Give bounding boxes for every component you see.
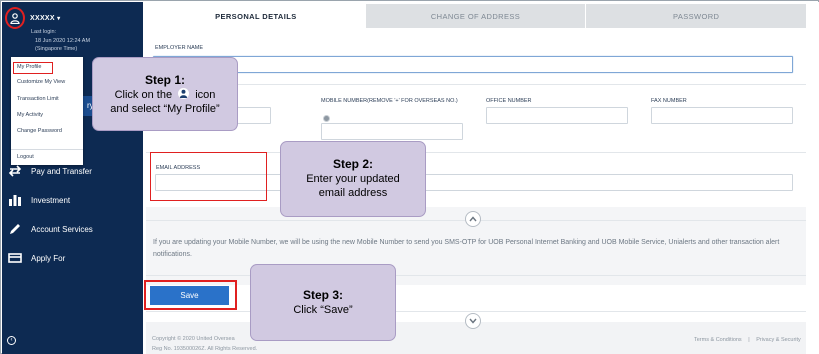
- main-content: PERSONAL DETAILS CHANGE OF ADDRESS PASSW…: [143, 2, 819, 354]
- mobile-radio[interactable]: [323, 115, 330, 122]
- chevron-down-icon: [469, 318, 477, 324]
- footer-separator: |: [748, 337, 750, 343]
- menu-item-logout[interactable]: Logout: [17, 154, 34, 160]
- menu-item-my-profile[interactable]: My Profile: [17, 64, 41, 70]
- save-highlight-box: [144, 280, 237, 310]
- fax-number-label: FAX NUMBER: [651, 98, 687, 104]
- last-login-label: Last login:: [31, 29, 57, 35]
- transfer-icon: [8, 165, 22, 177]
- expand-section-button[interactable]: [465, 313, 481, 329]
- nav-item-pay-transfer[interactable]: Pay and Transfer: [8, 165, 92, 177]
- mobile-update-notice: If you are updating your Mobile Number, …: [153, 239, 780, 258]
- last-login-info: Last login: 18 Jun 2020 12:24 AM (Singap…: [31, 28, 90, 54]
- profile-dropdown-menu: My Profile Customize My View Transaction…: [11, 57, 83, 165]
- menu-item-transaction-limit[interactable]: Transaction Limit: [17, 96, 59, 102]
- menu-item-change-password[interactable]: Change Password: [17, 128, 62, 134]
- office-number-label: OFFICE NUMBER: [486, 98, 532, 104]
- footer-copyright: Copyright © 2020 United Oversea Reg No. …: [152, 336, 258, 352]
- profile-tabs: PERSONAL DETAILS CHANGE OF ADDRESS PASSW…: [146, 4, 807, 28]
- card-icon: [8, 252, 22, 264]
- tab-personal-details[interactable]: PERSONAL DETAILS: [146, 4, 366, 28]
- user-icon: [10, 12, 20, 24]
- nav-item-investment[interactable]: Investment: [8, 194, 70, 206]
- office-number-field[interactable]: [486, 107, 628, 124]
- mobile-number-field[interactable]: [321, 123, 463, 140]
- terms-link[interactable]: Terms & Conditions: [694, 337, 742, 343]
- step2-callout: Step 2: Enter your updated email address: [280, 141, 426, 217]
- user-icon: [178, 88, 190, 99]
- email-highlight-box: [150, 152, 267, 201]
- tab-change-of-address[interactable]: CHANGE OF ADDRESS: [365, 4, 587, 28]
- fax-number-field[interactable]: [651, 107, 793, 124]
- home-number-field[interactable]: [235, 107, 271, 124]
- step1-callout: Step 1: Click on the icon and select “My…: [92, 57, 238, 131]
- tab-password[interactable]: PASSWORD: [586, 4, 807, 28]
- nav-item-account-services[interactable]: Account Services: [8, 223, 93, 235]
- employer-name-label: EMPLOYER NAME: [155, 45, 203, 51]
- menu-item-customize-view[interactable]: Customize My View: [17, 79, 65, 85]
- step3-callout: Step 3: Click “Save”: [250, 264, 396, 341]
- bar-chart-icon: [8, 194, 22, 206]
- nav-item-apply-for[interactable]: Apply For: [8, 252, 65, 264]
- sidebar-collapse-button[interactable]: ‹: [7, 336, 16, 345]
- collapse-section-button[interactable]: [465, 211, 481, 227]
- section-divider: [146, 275, 806, 276]
- footer-links: Terms & Conditions | Privacy & Security: [694, 337, 801, 343]
- last-login-datetime: 18 Jun 2020 12:24 AM: [35, 37, 91, 44]
- chevron-left-icon: ‹: [10, 337, 13, 343]
- pencil-icon: [8, 223, 22, 235]
- chevron-up-icon: [469, 216, 477, 222]
- username[interactable]: XXXXX ▾: [30, 15, 60, 22]
- app-window: XXXXX ▾ Last login: 18 Jun 2020 12:24 AM…: [0, 0, 819, 354]
- section-divider: [146, 84, 806, 85]
- privacy-link[interactable]: Privacy & Security: [756, 337, 801, 343]
- last-login-timezone: (Singapore Time): [35, 46, 78, 52]
- caret-down-icon: ▾: [57, 16, 61, 22]
- menu-divider: [11, 149, 83, 150]
- employer-name-field[interactable]: [153, 56, 793, 73]
- section-divider: [146, 311, 806, 312]
- menu-item-my-activity[interactable]: My Activity: [17, 112, 43, 118]
- mobile-number-label: MOBILE NUMBER(REMOVE '+' FOR OVERSEAS NO…: [321, 98, 458, 104]
- sidebar: XXXXX ▾ Last login: 18 Jun 2020 12:24 AM…: [2, 2, 143, 354]
- user-profile-button[interactable]: [5, 7, 25, 29]
